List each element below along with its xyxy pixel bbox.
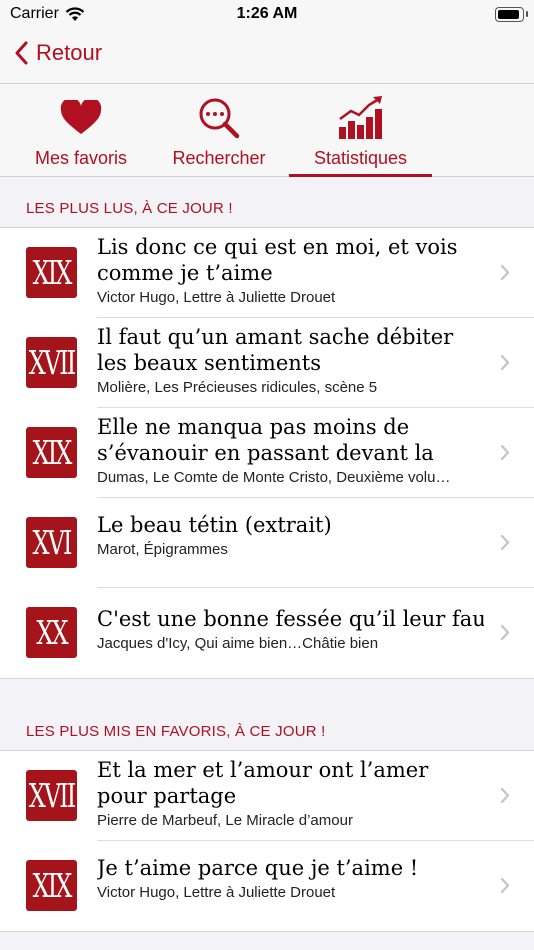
quote-title: Le beau tétin (extrait)	[97, 513, 332, 537]
statistics-content: LES PLUS LUS, À CE JOUR ! XIX Lis donc c…	[0, 177, 534, 932]
century-badge: XIX	[26, 427, 77, 478]
chevron-right-icon	[500, 264, 510, 281]
quote-source: Victor Hugo, Lettre à Juliette Drouet	[97, 884, 336, 901]
century-badge: XIX	[26, 247, 77, 298]
chevron-right-icon	[500, 354, 510, 371]
tab-search[interactable]: Rechercher	[164, 84, 274, 176]
quote-title: Et la mer et l’amour ont l’amer pour par…	[97, 758, 429, 808]
chevron-right-icon	[500, 877, 510, 894]
list-item[interactable]: XVII Il faut qu’un amant sache débiter l…	[0, 318, 534, 408]
chevron-right-icon	[500, 444, 510, 461]
chevron-left-icon	[15, 41, 28, 65]
navigation-bar: Retour	[0, 30, 534, 84]
quote-source: Molière, Les Précieuses ridicules, scène…	[97, 379, 378, 396]
quote-title: Je t’aime parce que je t’aime !	[97, 856, 419, 880]
century-badge: XVI	[26, 517, 77, 568]
chevron-right-icon	[500, 534, 510, 551]
quote-source: Marot, Épigrammes	[97, 541, 228, 558]
most-favorited-list: XVII Et la mer et l’amour ont l’amer pou…	[0, 750, 534, 932]
quote-title: Lis donc ce qui est en moi, et vois comm…	[97, 235, 458, 285]
list-item[interactable]: XIX Lis donc ce qui est en moi, et vois …	[0, 228, 534, 318]
quote-source: Jacques d'Icy, Qui aime bien…Châtie bien	[97, 635, 379, 652]
chevron-right-icon	[500, 787, 510, 804]
search-icon	[199, 98, 240, 139]
quote-title: C'est une bonne fessée qu’il leur faut	[97, 607, 484, 631]
list-item[interactable]: XIX Je t’aime parce que je t’aime ! Vict…	[0, 841, 534, 931]
tab-favorites[interactable]: Mes favoris	[26, 84, 136, 176]
tab-statistics[interactable]: Statistiques	[289, 84, 432, 177]
century-badge: XVII	[26, 337, 77, 388]
quote-source: Victor Hugo, Lettre à Juliette Drouet	[97, 289, 336, 306]
quote-source: Pierre de Marbeuf, Le Miracle d’amour	[97, 812, 353, 829]
segment-tab-bar: Mes favoris Rechercher Statistiques	[0, 84, 534, 177]
battery-icon	[495, 7, 528, 22]
century-badge: XX	[26, 607, 77, 658]
list-item[interactable]: XX C'est une bonne fessée qu’il leur fau…	[0, 588, 534, 678]
tab-search-label: Rechercher	[172, 148, 266, 168]
section-header-most-read: LES PLUS LUS, À CE JOUR !	[26, 200, 233, 217]
quote-source: Dumas, Le Comte de Monte Cristo, Deuxièm…	[97, 469, 451, 486]
quote-title: Il faut qu’un amant sache débiter les be…	[97, 325, 454, 375]
back-button[interactable]: Retour	[14, 40, 102, 66]
list-item[interactable]: XVI Le beau tétin (extrait) Marot, Épigr…	[0, 498, 534, 588]
section-header-most-favorited: LES PLUS MIS EN FAVORIS, À CE JOUR !	[26, 723, 326, 740]
back-label: Retour	[36, 40, 103, 65]
status-bar: Carrier 1:26 AM	[0, 0, 534, 30]
century-badge: XVII	[26, 770, 77, 821]
tab-statistics-label: Statistiques	[313, 148, 408, 168]
century-badge: XIX	[26, 860, 77, 911]
clock: 1:26 AM	[236, 5, 298, 22]
heart-icon	[60, 100, 102, 134]
stats-icon	[338, 96, 382, 139]
tab-favorites-label: Mes favoris	[34, 148, 128, 168]
list-item[interactable]: XVII Et la mer et l’amour ont l’amer pou…	[0, 751, 534, 841]
chevron-right-icon	[500, 624, 510, 641]
list-item[interactable]: XIX Elle ne manqua pas moins de s’évanou…	[0, 408, 534, 498]
quote-title: Elle ne manqua pas moins de s’évanouir e…	[97, 415, 434, 465]
most-read-list: XIX Lis donc ce qui est en moi, et vois …	[0, 227, 534, 679]
